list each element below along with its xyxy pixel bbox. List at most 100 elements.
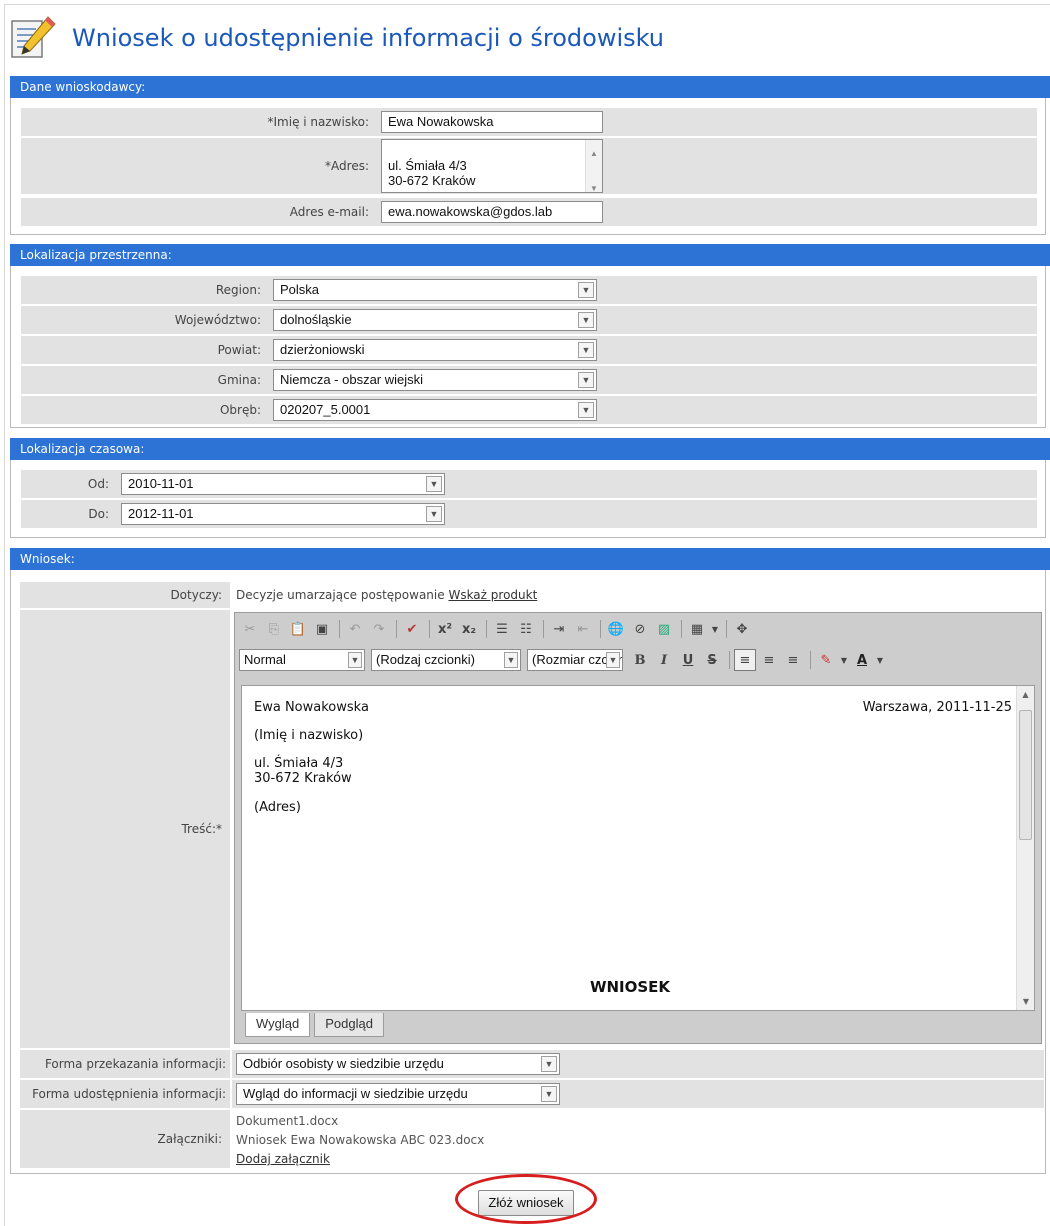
chevron-down-icon[interactable]: ▼	[426, 506, 442, 522]
bulleted-list-icon[interactable]: ☷	[515, 618, 537, 640]
commune-select[interactable]: Niemcza - obszar wiejski ▼	[273, 369, 597, 391]
link-icon[interactable]: 🌐	[605, 618, 627, 640]
unlink-icon[interactable]: ⊘	[629, 618, 651, 640]
section-applicant-header: Dane wnioskodawcy:	[10, 76, 1050, 98]
copy-icon[interactable]: ⎘	[263, 618, 285, 640]
precinct-select[interactable]: 020207_5.0001 ▼	[273, 399, 597, 421]
commune-row: Gmina: Niemcza - obszar wiejski ▼	[21, 366, 1037, 394]
paste-icon[interactable]: 📋	[287, 618, 309, 640]
delivery-label: Forma przekazania informacji:	[20, 1050, 230, 1078]
delivery-select[interactable]: Odbiór osobisty w siedzibie urzędu ▼	[236, 1053, 560, 1075]
italic-icon[interactable]: I	[653, 649, 675, 671]
add-attachment-link[interactable]: Dodaj załącznik	[236, 1150, 484, 1169]
chevron-down-icon[interactable]: ▼	[875, 649, 885, 671]
toolbar-separator	[486, 620, 487, 638]
superscript-icon[interactable]: x²	[434, 618, 456, 640]
applicant-email-label: Adres e-mail:	[21, 198, 377, 226]
chevron-down-icon[interactable]: ▼	[578, 372, 594, 388]
font-color-icon[interactable]: A	[851, 649, 873, 671]
indent-icon[interactable]: ⇥	[548, 618, 570, 640]
toolbar-separator	[429, 620, 430, 638]
applicant-name-input[interactable]: Ewa Nowakowska	[381, 111, 603, 133]
strikethrough-icon[interactable]: S	[701, 649, 723, 671]
underline-icon[interactable]: U	[677, 649, 699, 671]
chevron-down-icon[interactable]: ▼	[426, 476, 442, 492]
region-label: Region:	[21, 276, 269, 304]
page-title: Wniosek o udostępnienie informacji o śro…	[72, 24, 664, 52]
chevron-down-icon[interactable]: ▼	[606, 652, 620, 668]
chevron-down-icon[interactable]: ▼	[710, 618, 720, 640]
access-cell: Wgląd do informacji w siedzibie urzędu ▼	[232, 1080, 1044, 1108]
date-from-select[interactable]: 2010-11-01 ▼	[121, 473, 445, 495]
voivodeship-row: Województwo: dolnośląskie ▼	[21, 306, 1037, 334]
chevron-down-icon[interactable]: ▼	[504, 652, 518, 668]
page-header: Wniosek o udostępnienie informacji o śro…	[8, 12, 664, 64]
precinct-value: 020207_5.0001	[280, 402, 371, 417]
undo-icon[interactable]: ↶	[344, 618, 366, 640]
concerns-label: Dotyczy:	[20, 582, 230, 608]
table-icon[interactable]: ▦	[686, 618, 708, 640]
highlight-color-icon[interactable]: ✎	[815, 649, 837, 671]
concerns-value: Decyzje umarzające postępowanie	[236, 588, 445, 602]
chevron-down-icon[interactable]: ▼	[578, 282, 594, 298]
chevron-down-icon[interactable]: ▼	[839, 649, 849, 671]
spellcheck-icon[interactable]: ✔	[401, 618, 423, 640]
select-product-link[interactable]: Wskaż produkt	[448, 588, 537, 602]
image-icon[interactable]: ▨	[653, 618, 675, 640]
format-select[interactable]: Normal ▼	[239, 649, 365, 671]
applicant-address-textarea[interactable]: ul. Śmiała 4/3 30-672 Kraków ▲ ▼	[381, 139, 603, 193]
chevron-down-icon[interactable]: ▼	[348, 652, 362, 668]
rich-text-editor: ✂ ⎘ 📋 ▣ ↶ ↷ ✔ x² x₂ ☰ ☷ ⇥ ⇤ 🌐 ⊘ ▨ ▦ ▼ ✥ …	[234, 612, 1042, 1044]
tab-design[interactable]: Wygląd	[245, 1013, 311, 1037]
redo-icon[interactable]: ↷	[368, 618, 390, 640]
fullscreen-icon[interactable]: ✥	[731, 618, 753, 640]
outdent-icon[interactable]: ⇤	[572, 618, 594, 640]
align-right-icon[interactable]: ≡	[782, 649, 804, 671]
chevron-down-icon[interactable]: ▼	[578, 342, 594, 358]
scrollbar-thumb[interactable]	[1019, 710, 1032, 840]
editor-content-area[interactable]: Ewa Nowakowska Warszawa, 2011-11-25 (Imi…	[241, 685, 1035, 1011]
tab-preview[interactable]: Podgląd	[314, 1013, 384, 1037]
chevron-down-icon[interactable]: ▼	[578, 312, 594, 328]
editor-scrollbar[interactable]: ▲ ▼	[1016, 686, 1034, 1010]
chevron-down-icon[interactable]: ▼	[578, 402, 594, 418]
applicant-email-input[interactable]: ewa.nowakowska@gdos.lab	[381, 201, 603, 223]
bold-icon[interactable]: B	[629, 649, 651, 671]
font-size-select[interactable]: (Rozmiar czcionki)▼	[527, 649, 623, 671]
precinct-row: Obręb: 020207_5.0001 ▼	[21, 396, 1037, 424]
toolbar-separator	[729, 651, 730, 669]
align-center-icon[interactable]: ≡	[758, 649, 780, 671]
attachments-label: Załączniki:	[20, 1110, 230, 1168]
county-select[interactable]: dzierżoniowski ▼	[273, 339, 597, 361]
subscript-icon[interactable]: x₂	[458, 618, 480, 640]
attachment-item[interactable]: Wniosek Ewa Nowakowska ABC 023.docx	[236, 1131, 484, 1150]
font-family-select[interactable]: (Rodzaj czcionki) ▼	[371, 649, 521, 671]
attachments-list: Dokument1.docx Wniosek Ewa Nowakowska AB…	[236, 1112, 484, 1169]
chevron-down-icon[interactable]: ▼	[541, 1086, 557, 1102]
voivodeship-select[interactable]: dolnośląskie ▼	[273, 309, 597, 331]
align-left-icon[interactable]: ≡	[734, 649, 756, 671]
submit-button[interactable]: Złóż wniosek	[478, 1190, 574, 1216]
numbered-list-icon[interactable]: ☰	[491, 618, 513, 640]
region-value: Polska	[280, 282, 320, 297]
toolbar-separator	[339, 620, 340, 638]
access-select[interactable]: Wgląd do informacji w siedzibie urzędu ▼	[236, 1083, 560, 1105]
textarea-scrollbar[interactable]: ▲ ▼	[585, 140, 602, 193]
toolbar-separator	[681, 620, 682, 638]
commune-label: Gmina:	[21, 366, 269, 394]
letter-name: Ewa Nowakowska	[254, 700, 369, 715]
font-family-value: (Rodzaj czcionki)	[376, 652, 475, 667]
delivery-cell: Odbiór osobisty w siedzibie urzędu ▼	[232, 1050, 1044, 1078]
content-label: Treść:*	[20, 610, 230, 1048]
attachment-item[interactable]: Dokument1.docx	[236, 1112, 484, 1131]
date-to-select[interactable]: 2012-11-01 ▼	[121, 503, 445, 525]
cut-icon[interactable]: ✂	[239, 618, 261, 640]
region-row: Region: Polska ▼	[21, 276, 1037, 304]
paste-word-icon[interactable]: ▣	[311, 618, 333, 640]
toolbar-separator	[810, 651, 811, 669]
concerns-value-wrap: Decyzje umarzające postępowanie Wskaż pr…	[236, 582, 537, 608]
toolbar-separator	[726, 620, 727, 638]
region-select[interactable]: Polska ▼	[273, 279, 597, 301]
format-value: Normal	[244, 652, 286, 667]
chevron-down-icon[interactable]: ▼	[541, 1056, 557, 1072]
